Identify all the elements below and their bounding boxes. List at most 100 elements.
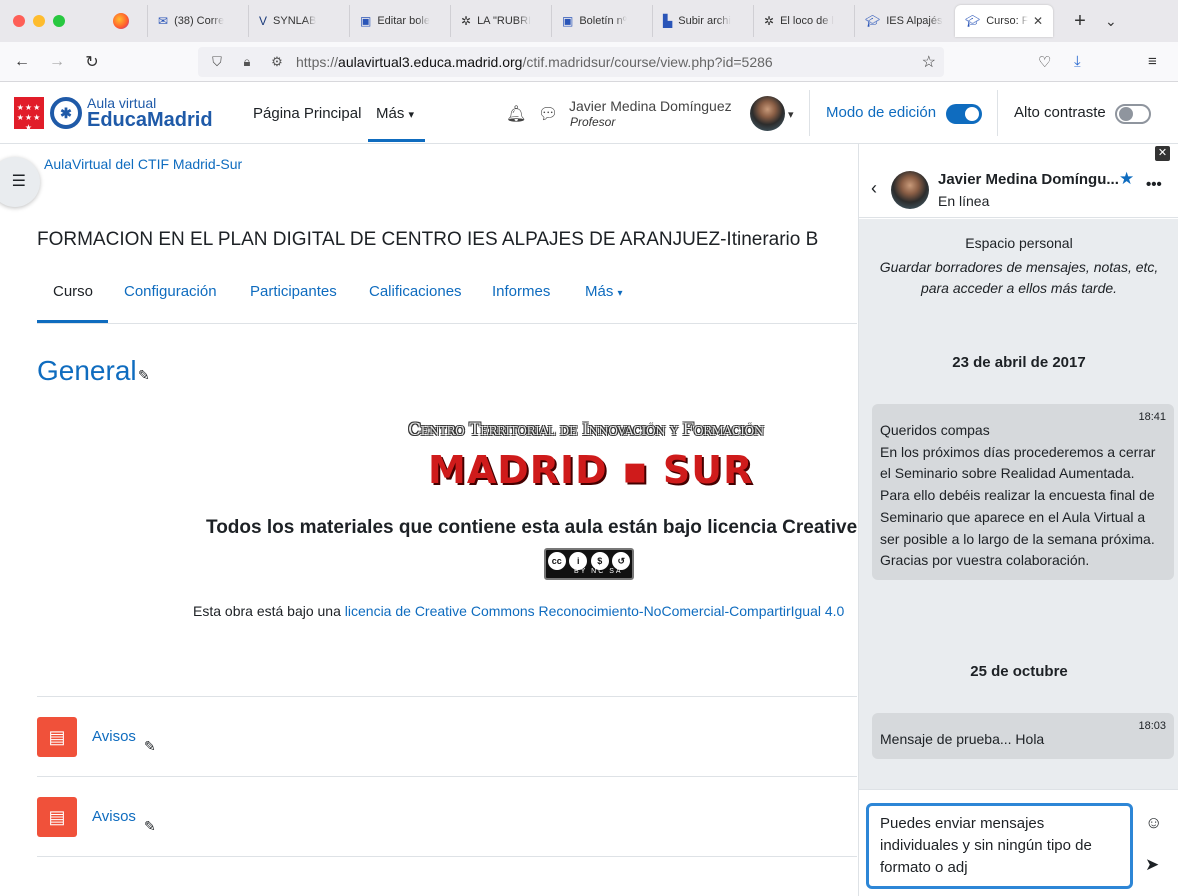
page-title: FORMACION EN EL PLAN DIGITAL DE CENTRO I… [37, 229, 819, 250]
maximize-window-button[interactable] [53, 15, 65, 27]
gear-icon: ✲ [764, 14, 775, 28]
pencil-edit-icon[interactable]: ✎ [144, 818, 156, 835]
more-options-icon[interactable]: ••• [1146, 176, 1162, 193]
high-contrast-label: Alto contraste [1014, 104, 1106, 121]
news-icon: ▣ [562, 14, 574, 28]
messages-icon[interactable]: 💬︎ [538, 104, 558, 124]
user-name[interactable]: Javier Medina Domínguez [569, 98, 732, 114]
tab-informes[interactable]: Informes [492, 283, 550, 300]
section-title[interactable]: General [37, 355, 137, 387]
pencil-edit-icon[interactable]: ✎ [144, 738, 156, 755]
clapper-icon: ▙ [663, 14, 673, 28]
back-chevron-icon[interactable]: ‹ [871, 178, 877, 199]
avatar[interactable] [750, 96, 785, 131]
course-tabs: Curso Configuración Participantes Califi… [37, 275, 857, 324]
browser-tab[interactable]: ✲ El loco de l [753, 5, 854, 37]
browser-tab[interactable]: ✲ LA "RUBRI [450, 5, 551, 37]
contact-avatar[interactable] [891, 171, 929, 209]
user-menu-chevron-icon[interactable]: ▾ [788, 108, 794, 121]
edit-mode-label: Modo de edición [826, 104, 937, 121]
url-bar[interactable]: ⛉ 🔒︎ ⚙ https://aulavirtual3.educa.madrid… [198, 47, 944, 77]
url-domain: aulavirtual3.educa.madrid.org [338, 54, 523, 70]
cc-badge-text: BY NC SA [574, 568, 623, 575]
back-button[interactable]: ← [9, 53, 35, 71]
browser-tab[interactable]: 🎓︎ IES Alpajés [854, 5, 955, 37]
download-icon[interactable]: ⤓ [1074, 53, 1081, 70]
divider [37, 696, 857, 697]
message-bubble[interactable]: 18:03 Mensaje de prueba... Hola [872, 713, 1174, 759]
message-line: Gracias por vuestra colaboración. [880, 552, 1090, 569]
creative-commons-badge[interactable]: cc i $ ↺ [544, 548, 634, 580]
mail-icon: ✉ [158, 14, 169, 28]
browser-tab-active[interactable]: 🎓︎ Curso: F ✕ [955, 5, 1053, 37]
educamadrid-logo-icon[interactable]: ✱ [50, 97, 82, 129]
close-window-button[interactable] [13, 15, 25, 27]
forum-icon[interactable]: ▤ [37, 797, 77, 837]
chevron-down-icon: ▾ [408, 109, 415, 121]
tab-participantes[interactable]: Participantes [250, 283, 337, 300]
news-icon: ▣ [360, 14, 372, 28]
pocket-icon[interactable]: ♡ [1038, 53, 1051, 71]
course-index-toggle-button[interactable]: ☰ [0, 157, 40, 207]
forum-icon[interactable]: ▤ [37, 717, 77, 757]
browser-tab-bar: ✉ (38) Corre V SYNLAB ▣ Editar bole ✲ LA "RU… [0, 0, 1178, 42]
tab-mas[interactable]: Más ▾ [585, 283, 623, 300]
reload-button[interactable]: ↻ [79, 52, 105, 72]
tab-list-chevron-icon[interactable]: ⌄ [1105, 13, 1117, 30]
close-tab-icon[interactable]: ✕ [1033, 14, 1043, 28]
nav-home[interactable]: Página Principal [253, 105, 361, 122]
message-input[interactable]: Puedes enviar mensajes individuales y si… [866, 803, 1133, 889]
licence-link[interactable]: licencia de Creative Commons Reconocimie… [345, 603, 845, 619]
permissions-icon[interactable]: ⚙ [266, 54, 288, 70]
ctif-banner-line2: MADRID ▪ SUR [428, 448, 754, 492]
personal-space-title: Espacio personal [965, 235, 1073, 251]
madrid-flag-logo[interactable]: ★★★ ★★★ ★ [14, 97, 44, 132]
browser-tab[interactable]: ▣ Boletín nº [551, 5, 652, 37]
conversation-body[interactable]: Espacio personal Guardar borradores de m… [859, 219, 1178, 869]
tab-calificaciones[interactable]: Calificaciones [369, 283, 462, 300]
browser-tab[interactable]: V SYNLAB [248, 5, 349, 37]
edit-mode-toggle[interactable] [946, 104, 982, 124]
url-suffix: /ctif.madridsur/course/view.php?id=5286 [522, 54, 773, 70]
minimize-window-button[interactable] [33, 15, 45, 27]
high-contrast-toggle[interactable] [1115, 104, 1151, 124]
bookmark-star-icon[interactable]: ☆ [922, 52, 936, 72]
nav-active-indicator [368, 139, 425, 142]
pencil-edit-icon[interactable]: ✎ [138, 367, 150, 384]
divider [809, 90, 810, 136]
notifications-bell-icon[interactable]: 🔔︎ [506, 104, 526, 124]
contact-name[interactable]: Javier Medina Domíngu... [938, 171, 1119, 188]
tab-configuracion[interactable]: Configuración [124, 283, 217, 300]
personal-space-description: Guardar borradores de mensajes, notas, e… [879, 259, 1159, 296]
divider [37, 776, 857, 777]
close-drawer-icon[interactable]: ✕ [1155, 146, 1170, 161]
message-bubble[interactable]: 18:41 Queridos compas En los próximos dí… [872, 404, 1174, 580]
menu-icon[interactable]: ≡ [1148, 53, 1157, 70]
url-text: https://aulavirtual3.educa.madrid.org/ct… [296, 54, 773, 70]
browser-tab[interactable]: ✉ (38) Corre [147, 5, 248, 37]
firefox-icon[interactable] [113, 13, 129, 29]
lock-icon[interactable]: 🔒︎ [236, 54, 258, 70]
emoji-icon[interactable]: ☺ [1145, 813, 1162, 833]
licence-heading: Todos los materiales que contiene esta a… [206, 517, 857, 538]
new-tab-button[interactable]: + [1065, 10, 1095, 33]
activity-name[interactable]: Avisos [92, 728, 136, 745]
nav-more[interactable]: Más ▾ [376, 105, 414, 122]
licence-statement: Esta obra está bajo una licencia de Crea… [193, 603, 857, 619]
chevron-down-icon: ▾ [617, 288, 623, 299]
tab-curso[interactable]: Curso [53, 283, 93, 300]
logo-line2[interactable]: EducaMadrid [87, 109, 213, 132]
active-tab-indicator [37, 320, 108, 323]
browser-tab[interactable]: ▣ Editar bole [349, 5, 450, 37]
send-icon[interactable]: ➤ [1145, 855, 1159, 875]
breadcrumb[interactable]: AulaVirtual del CTIF Madrid-Sur [44, 156, 242, 172]
shield-icon[interactable]: ⛉ [206, 54, 228, 70]
browser-tab[interactable]: ▙ Subir archi [652, 5, 753, 37]
divider [997, 90, 998, 136]
contact-status: En línea [938, 193, 990, 209]
forward-button[interactable]: → [44, 53, 70, 71]
url-prefix: https:// [296, 54, 339, 70]
synlab-icon: V [259, 14, 268, 28]
window-controls [13, 15, 113, 27]
activity-name[interactable]: Avisos [92, 808, 136, 825]
